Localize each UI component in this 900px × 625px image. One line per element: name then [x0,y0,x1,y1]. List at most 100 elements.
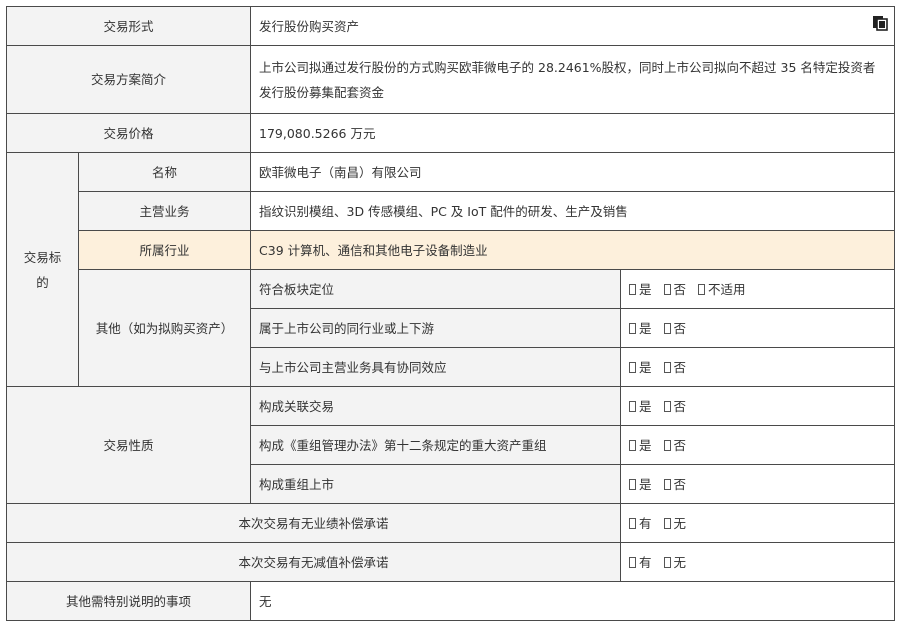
value-transaction-form: 发行股份购买资产 [250,6,896,46]
row-special-notes: 其他需特别说明的事项 无 [5,581,896,621]
nature-options-3: 是 否 [620,464,896,504]
value-price: 179,080.5266 万元 [250,113,896,153]
option-item[interactable]: 是 [629,438,652,453]
checkbox-icon [663,322,671,334]
transaction-form-text: 发行股份购买资产 [259,18,360,34]
label-target-other: 其他（如为拟购买资产） [77,269,252,387]
option-label: 是 [639,476,652,492]
row-impairment-commitment: 本次交易有无减值补偿承诺 有 无 [5,542,896,582]
label-performance-commitment: 本次交易有无业绩补偿承诺 [5,503,622,543]
checkbox-icon [629,283,637,295]
option-item[interactable]: 有 [629,516,652,531]
copy-icon[interactable] [872,15,888,31]
label-price: 交易价格 [5,113,252,153]
other-question-2: 属于上市公司的同行业或上下游 [250,308,622,348]
option-label: 否 [673,476,687,492]
value-target-industry: C39 计算机、通信和其他电子设备制造业 [250,230,896,270]
option-label: 否 [673,359,687,375]
option-item[interactable]: 是 [629,282,652,297]
option-item[interactable]: 否 [663,476,687,492]
option-item[interactable]: 否 [663,359,687,375]
option-label: 无 [673,554,687,570]
checkbox-icon [629,361,637,373]
option-label: 否 [673,398,687,414]
option-label: 有 [639,554,652,570]
checkbox-icon [629,439,637,451]
option-item[interactable]: 否 [663,398,687,414]
option-label: 有 [639,515,652,531]
row-target-business: 主营业务 指纹识别模组、3D 传感模组、PC 及 IoT 配件的研发、生产及销售 [7,191,896,231]
other-options-3: 是 否 [620,347,896,387]
label-plan: 交易方案简介 [5,45,252,114]
checkbox-icon [629,322,637,334]
label-special-notes: 其他需特别说明的事项 [5,581,252,621]
option-item[interactable]: 是 [629,360,652,375]
option-label: 是 [639,437,652,453]
performance-options: 有 无 [620,503,896,543]
option-item[interactable]: 无 [663,554,687,570]
option-item[interactable]: 有 [629,555,652,570]
checkbox-icon [629,517,637,529]
label-impairment-commitment: 本次交易有无减值补偿承诺 [5,542,622,582]
other-question-1: 符合板块定位 [250,269,622,309]
other-options-2: 是 否 [620,308,896,348]
option-item[interactable]: 是 [629,477,652,492]
checkbox-icon [629,556,637,568]
nature-question-1: 构成关联交易 [250,386,622,426]
row-target-industry: 所属行业 C39 计算机、通信和其他电子设备制造业 [7,230,896,270]
row-target-name: 交易标的 名称 欧菲微电子（南昌）有限公司 [6,152,896,387]
checkbox-icon [663,283,671,295]
value-plan: 上市公司拟通过发行股份的方式购买欧菲微电子的 28.2461%股权，同时上市公司… [250,45,896,114]
nature-options-1: 是 否 [620,386,896,426]
label-target-name: 名称 [77,152,252,192]
row-performance-commitment: 本次交易有无业绩补偿承诺 有 无 [5,503,896,543]
option-label: 是 [639,359,652,375]
checkbox-icon [698,283,706,295]
row-transaction-form: 交易形式 发行股份购买资产 [5,6,896,46]
row-plan: 交易方案简介 上市公司拟通过发行股份的方式购买欧菲微电子的 28.2461%股权… [5,45,896,114]
option-label: 否 [673,437,687,453]
impairment-options: 有 无 [620,542,896,582]
option-item[interactable]: 是 [629,399,652,414]
value-special-notes: 无 [250,581,896,621]
label-target-industry: 所属行业 [77,230,252,270]
checkbox-icon [663,478,671,490]
checkbox-icon [663,400,671,412]
nature-question-2: 构成《重组管理办法》第十二条规定的重大资产重组 [250,425,622,465]
label-transaction-form: 交易形式 [5,6,252,46]
label-target-group: 交易标的 [6,152,79,387]
option-label: 否 [673,320,687,336]
option-item[interactable]: 是 [629,321,652,336]
option-item[interactable]: 否 [663,320,687,336]
option-label: 无 [673,515,687,531]
checkbox-icon [629,400,637,412]
page: 交易形式 发行股份购买资产 交易方案简介 上市公司拟通过发行股份的方式购买欧菲微… [0,0,900,625]
option-label: 是 [639,320,652,336]
option-label: 是 [639,398,652,414]
option-item[interactable]: 无 [663,515,687,531]
option-item[interactable]: 否 [663,437,687,453]
option-label: 不适用 [708,281,746,297]
row-nature-1: 交易性质 构成关联交易 是 否 [5,386,896,504]
value-target-business: 指纹识别模组、3D 传感模组、PC 及 IoT 配件的研发、生产及销售 [250,191,896,231]
option-label: 是 [639,281,652,297]
option-label: 否 [673,281,687,297]
checkbox-icon [663,556,671,568]
option-item[interactable]: 否 [663,281,687,297]
other-options-1: 是 否 不适用 [620,269,896,309]
target-group-text: 交易标的 [23,249,62,290]
transaction-summary-table: 交易形式 发行股份购买资产 交易方案简介 上市公司拟通过发行股份的方式购买欧菲微… [5,6,896,621]
row-price: 交易价格 179,080.5266 万元 [5,113,896,153]
other-question-3: 与上市公司主营业务具有协同效应 [250,347,622,387]
label-nature: 交易性质 [5,386,252,504]
nature-options-2: 是 否 [620,425,896,465]
option-item[interactable]: 不适用 [698,282,746,297]
checkbox-icon [663,439,671,451]
row-other-1: 其他（如为拟购买资产） 符合板块定位 是 否 不适用 [7,269,896,387]
nature-question-3: 构成重组上市 [250,464,622,504]
label-target-business: 主营业务 [77,191,252,231]
value-target-name: 欧菲微电子（南昌）有限公司 [250,152,896,192]
checkbox-icon [629,478,637,490]
checkbox-icon [663,517,671,529]
checkbox-icon [663,361,671,373]
